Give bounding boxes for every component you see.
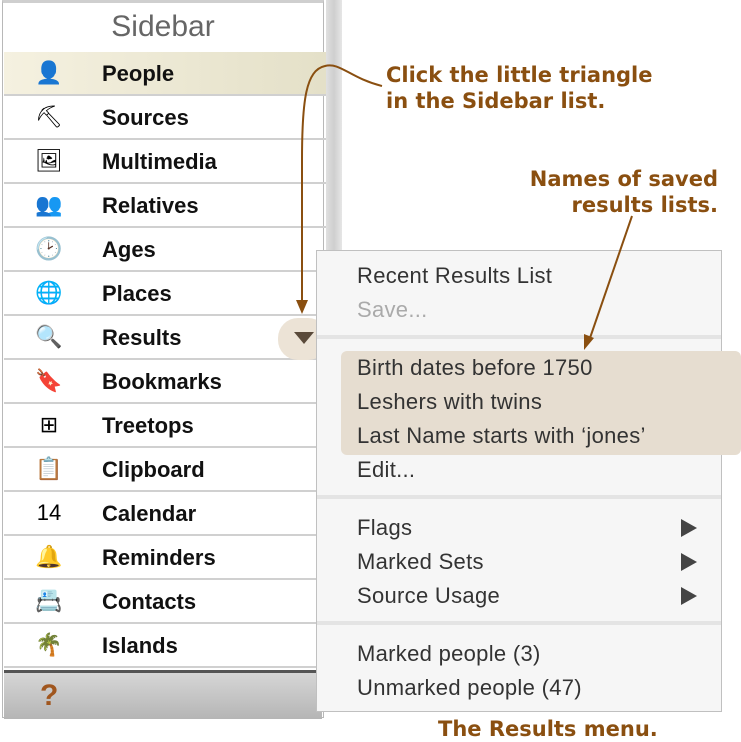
callout-saved-lists: Names of saved results lists. — [500, 166, 718, 218]
callout-arrow-saved — [589, 215, 633, 339]
callout-triangle: Click the little triangle in the Sidebar… — [386, 62, 653, 114]
callout-arrow-triangle — [301, 64, 383, 300]
callout-text: Click the little triangle — [386, 63, 653, 87]
callout-text: Names of saved — [529, 167, 718, 191]
callout-text: in the Sidebar list. — [386, 89, 606, 113]
arrowhead — [296, 300, 308, 314]
caption: The Results menu. — [438, 717, 658, 741]
arrowhead — [584, 334, 594, 350]
callout-text: results lists. — [571, 193, 718, 217]
